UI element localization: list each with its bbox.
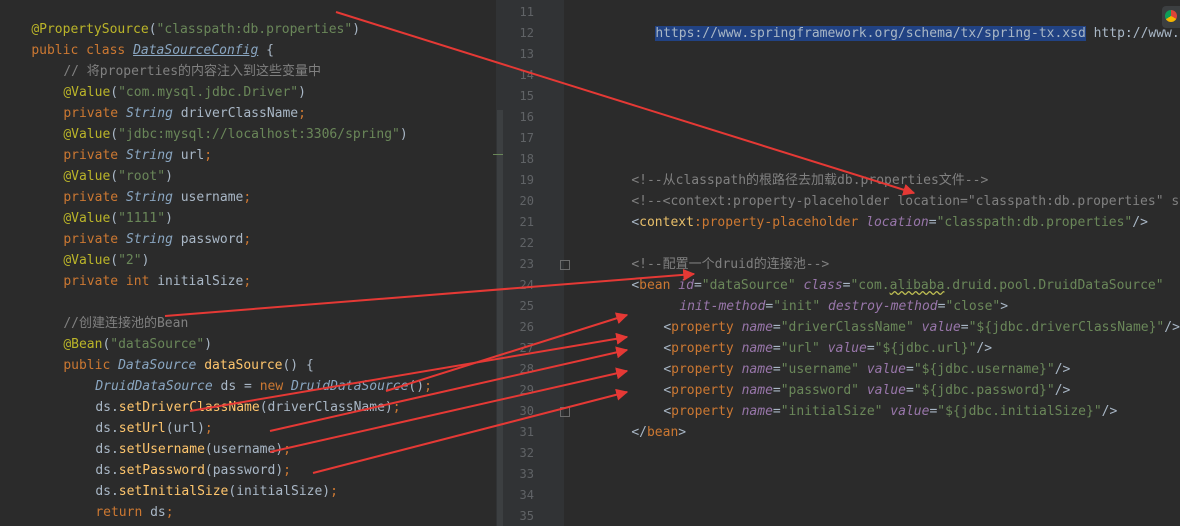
code-line: ds.setInitialSize(initialSize);: [64, 460, 496, 499]
line-number: 35: [519, 509, 534, 523]
line-number: 15: [519, 89, 534, 103]
line-number: 23: [519, 257, 534, 271]
java-editor-pane[interactable]: @PropertySource("classpath:db.properties…: [0, 0, 496, 526]
line-number: 28: [519, 362, 534, 376]
line-number: 31: [519, 425, 534, 439]
code-line: <property name="password" value="${jdbc.…: [632, 359, 1180, 398]
code-line: ds.setDriverClassName(driverClassName);: [64, 376, 496, 415]
xml-attr: location: [866, 215, 929, 230]
code-line: private String username;: [32, 166, 496, 205]
code-line: <property name="initialSize" value="${jd…: [632, 380, 1180, 419]
code-line: ds.setPassword(password);: [64, 439, 496, 478]
punct: <: [631, 278, 640, 293]
code-line: <!--<context:property-placeholder locati…: [600, 170, 1180, 209]
punct: />: [1132, 215, 1148, 230]
line-number: 29: [519, 383, 534, 397]
scrollbar-thumb[interactable]: [497, 110, 503, 526]
code-line: private String driverClassName;: [32, 82, 496, 121]
line-number: 18: [519, 152, 534, 166]
fold-toggle-icon[interactable]: [560, 260, 570, 270]
line-number: 24: [519, 278, 534, 292]
code-line: public class DataSourceConfig {: [0, 19, 496, 58]
line-number: 32: [519, 446, 534, 460]
code-line: ds.setUsername(username);: [64, 418, 496, 457]
code-line: private int initialSize;: [32, 250, 496, 289]
code-line: <property name="username" value="${jdbc.…: [632, 338, 1180, 377]
line-number: 21: [519, 215, 534, 229]
schema-url-rest: http://www.sp: [1093, 26, 1180, 41]
fold-toggle-icon[interactable]: [560, 407, 570, 417]
code-line: @Bean("dataSource"): [32, 313, 496, 352]
line-number: 19: [519, 173, 534, 187]
xml-editor-pane[interactable]: https://www.springframework.org/schema/t…: [564, 0, 1180, 526]
code-line: @Value("com.mysql.jdbc.Driver"): [32, 61, 496, 100]
code-line: <bean id="dataSource" class="com.alibaba…: [600, 254, 1180, 293]
xml-value: "classpath:db.properties": [936, 215, 1133, 230]
code-line: <property name="url" value="${jdbc.url}"…: [632, 317, 1180, 356]
code-line: DruidDataSource ds = new DruidDataSource…: [64, 355, 496, 394]
xml-tag: :property-placeholder: [693, 215, 867, 230]
field-name: initialSize: [149, 274, 244, 289]
code-line: init-method="init" destroy-method="close…: [648, 275, 1180, 314]
line-number: 11: [519, 5, 534, 19]
browser-icon[interactable]: [1162, 6, 1180, 28]
line-number: 30: [519, 404, 534, 418]
punct: <: [631, 215, 640, 230]
code-line: private String password;: [32, 208, 496, 247]
line-number: 16: [519, 110, 534, 124]
code-line: https://www.springframework.org/schema/t…: [624, 2, 1180, 41]
code-line: public DataSource dataSource() {: [32, 334, 496, 373]
line-number: 14: [519, 68, 534, 82]
code-line: <!--从classpath的根路径去加载db.properties文件-->: [600, 149, 1180, 188]
semicolon: ;: [243, 274, 252, 289]
line-number: 13: [519, 47, 534, 61]
code-line: private String url;: [32, 124, 496, 163]
code-line: @Value("1111"): [32, 187, 496, 226]
keyword: private int: [63, 274, 150, 289]
xml-tag: bean: [646, 425, 679, 440]
code-line: // 将properties的内容注入到这些变量中: [32, 40, 496, 79]
code-line: @Value("2"): [32, 229, 496, 268]
line-number: 12: [519, 26, 534, 40]
code-line: </bean>: [600, 401, 1180, 440]
code-line: }: [32, 502, 496, 523]
punct: =: [928, 215, 937, 230]
schema-url[interactable]: https://www.springframework.org/schema/t…: [655, 26, 1086, 41]
line-number: 27: [519, 341, 534, 355]
code-line: @PropertySource("classpath:db.properties…: [0, 0, 496, 37]
code-line: return ds;: [64, 481, 496, 520]
code-line: <!--配置一个druid的连接池-->: [600, 233, 1180, 272]
code-line: @Value("root"): [32, 145, 496, 184]
line-number: 25: [519, 299, 534, 313]
code-line: //创建连接池的Bean: [32, 292, 496, 331]
line-number: 34: [519, 488, 534, 502]
code-line: <context:property-placeholder location="…: [600, 191, 1180, 230]
punct: </: [631, 425, 647, 440]
line-number: 17: [519, 131, 534, 145]
code-line: @Value("jdbc:mysql://localhost:3306/spri…: [32, 103, 496, 142]
code-line: ds.setUrl(url);: [64, 397, 496, 436]
code-line: <property name="driverClassName" value="…: [632, 296, 1180, 335]
chrome-icon: [1165, 10, 1177, 22]
xml-namespace: context: [639, 215, 694, 230]
change-marker: [493, 154, 503, 155]
line-number: 33: [519, 467, 534, 481]
line-number-gutter: 11 12 13 14 15 16 17 18 19 20 21 22 23 24 25 26 27 28 29 30…: [504, 0, 564, 526]
line-number: 26: [519, 320, 534, 334]
line-number: 20: [519, 194, 534, 208]
line-number: 22: [519, 236, 534, 250]
punct: >: [678, 425, 687, 440]
